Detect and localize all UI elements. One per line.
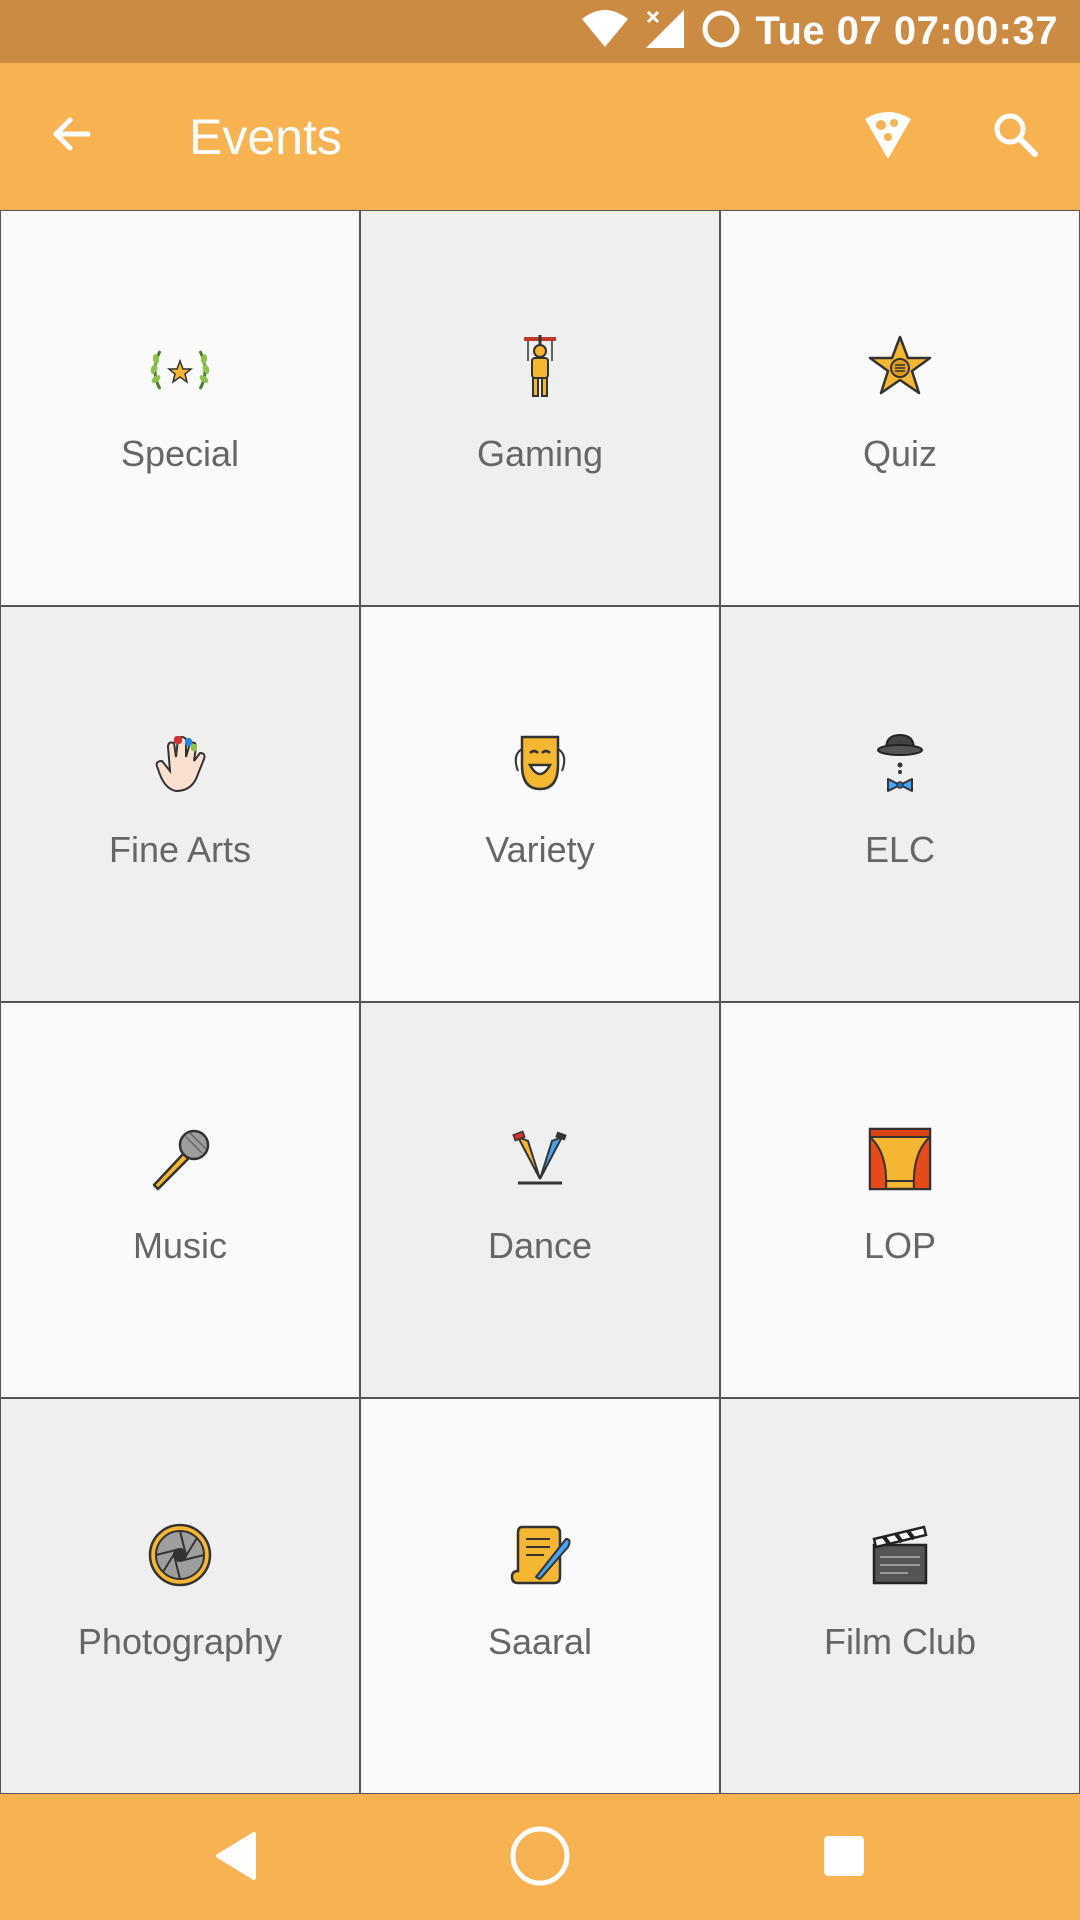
stage-curtain-icon <box>864 1123 936 1195</box>
pizza-icon <box>861 107 915 166</box>
nav-home-button[interactable] <box>504 1822 576 1894</box>
tile-label: Saaral <box>487 1621 593 1662</box>
tile-lop[interactable]: LOP <box>720 1002 1080 1398</box>
tile-label: Special <box>120 433 240 474</box>
microphone-icon <box>144 1123 216 1195</box>
tile-saaral[interactable]: Saaral <box>360 1398 720 1794</box>
tile-fine-arts[interactable]: Fine Arts <box>0 606 360 1002</box>
search-button[interactable] <box>983 104 1047 168</box>
tile-quiz[interactable]: Quiz <box>720 210 1080 606</box>
tile-gaming[interactable]: Gaming <box>360 210 720 606</box>
tile-photography[interactable]: Photography <box>0 1398 360 1794</box>
status-time: Tue 07 07:00:37 <box>755 9 1058 53</box>
tile-label: Fine Arts <box>108 829 252 870</box>
tile-elc[interactable]: ELC <box>720 606 1080 1002</box>
spotlights-icon <box>504 1123 576 1195</box>
tile-label: Film Club <box>823 1621 976 1662</box>
tile-label: LOP <box>863 1225 937 1266</box>
bowler-hat-bowtie-icon <box>864 727 936 799</box>
system-nav-bar <box>0 1794 1080 1920</box>
camera-aperture-icon <box>144 1519 216 1591</box>
nav-back-button[interactable] <box>200 1822 272 1894</box>
home-circle-icon <box>509 1825 571 1892</box>
back-arrow-icon <box>48 110 96 163</box>
pizza-button[interactable] <box>856 104 920 168</box>
tile-variety[interactable]: Variety <box>360 606 720 1002</box>
tile-label: ELC <box>864 829 936 870</box>
nav-recents-button[interactable] <box>808 1822 880 1894</box>
status-icons: Tue 07 07:00:37 <box>580 0 1058 63</box>
wifi-icon <box>580 9 630 54</box>
recents-square-icon <box>820 1832 868 1885</box>
tile-film-club[interactable]: Film Club <box>720 1398 1080 1794</box>
painted-fingers-icon <box>144 727 216 799</box>
tile-music[interactable]: Music <box>0 1002 360 1398</box>
tile-label: Gaming <box>476 433 604 474</box>
clapperboard-icon <box>864 1519 936 1591</box>
theatre-mask-icon <box>504 727 576 799</box>
tile-label: Dance <box>487 1225 593 1266</box>
signal-off-icon <box>644 8 686 55</box>
app-bar: Events <box>0 63 1080 210</box>
tile-dance[interactable]: Dance <box>360 1002 720 1398</box>
laurel-star-icon <box>144 331 216 403</box>
scroll-quill-icon <box>504 1519 576 1591</box>
back-triangle-icon <box>212 1830 260 1887</box>
status-bar: Tue 07 07:00:37 <box>0 0 1080 63</box>
events-grid: Special Gaming Quiz Fine Arts Variety EL… <box>0 210 1080 1794</box>
tile-label: Quiz <box>862 433 938 474</box>
tile-label: Music <box>132 1225 227 1266</box>
circle-indicator-icon <box>700 8 742 55</box>
tile-label: Photography <box>77 1621 283 1662</box>
tile-special[interactable]: Special <box>0 210 360 606</box>
search-icon <box>990 109 1040 164</box>
tile-label: Variety <box>485 829 595 870</box>
back-button[interactable] <box>40 104 104 168</box>
puppet-icon <box>504 331 576 403</box>
star-badge-icon <box>864 331 936 403</box>
page-title: Events <box>189 109 342 165</box>
